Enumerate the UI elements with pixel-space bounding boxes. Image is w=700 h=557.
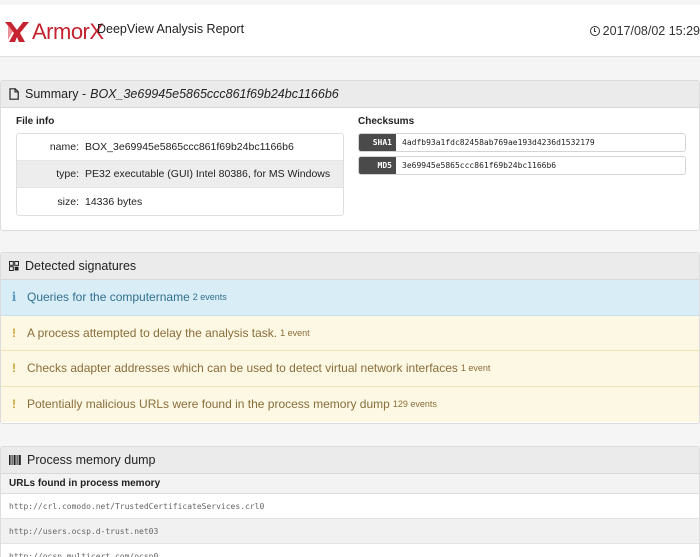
file-info-value: 14336 bytes [85,195,143,208]
warning-icon: ! [12,361,16,376]
checksum-md5: MD5 3e69945e5865ccc861f69b24bc1166b6 [358,156,686,175]
signature-count: 129 events [392,399,437,410]
warning-icon: ! [12,397,16,412]
timestamp-text: 2017/08/02 15:29 [602,24,700,38]
warning-icon: ! [12,325,16,340]
brand-logo[interactable]: ArmorX [4,19,104,45]
summary-file-name: BOX_3e69945e5865ccc861f69b24bc1166b6 [90,87,339,101]
file-info-row-name: name: BOX_3e69945e5865ccc861f69b24bc1166… [17,134,343,161]
file-info-row-size: size: 14336 bytes [17,188,343,215]
urls-label: URLs found in process memory [1,474,699,494]
signature-count: 2 events [192,292,227,303]
file-info-label: File info [16,116,55,127]
signature-count: 1 event [280,327,310,338]
signature-text: Checks adapter addresses which can be us… [27,361,458,376]
info-icon: i [11,290,17,305]
signatures-header: Detected signatures [1,253,699,280]
checksum-hash[interactable]: 4adfb93a1fdc82458ab769ae193d4236d1532179 [396,134,685,151]
file-icon [9,88,19,100]
report-timestamp: 2017/08/02 15:29 [589,24,700,38]
grid-icon [9,261,19,271]
signatures-panel: Detected signatures i Queries for the co… [0,252,700,424]
memory-dump-header: Process memory dump [1,447,699,474]
signature-text: Potentially malicious URLs were found in… [27,397,390,412]
signature-item[interactable]: ! Checks adapter addresses which can be … [1,351,699,387]
file-info-key: size: [57,195,79,208]
file-info-key: type: [56,168,79,180]
signature-item[interactable]: ! Potentially malicious URLs were found … [1,386,699,422]
summary-panel: Summary - BOX_3e69945e5865ccc861f69b24bc… [0,80,700,231]
checksum-algo-badge: SHA1 [359,134,396,151]
checksums-label: Checksums [358,116,415,127]
checksum-sha1: SHA1 4adfb93a1fdc82458ab769ae193d4236d15… [358,133,686,152]
signatures-title: Detected signatures [25,259,137,273]
memory-dump-title: Process memory dump [27,453,156,467]
file-info-key: name: [49,141,79,153]
checksum-algo-badge: MD5 [359,157,396,174]
report-title: DeepView Analysis Report [97,22,245,36]
armorx-logo-icon [5,22,29,42]
signature-item[interactable]: i Queries for the computername 2 events [1,280,699,316]
summary-header: Summary - BOX_3e69945e5865ccc861f69b24bc… [1,81,699,108]
file-info-value: BOX_3e69945e5865ccc861f69b24bc1166b6 [85,141,294,153]
clock-icon [589,26,600,36]
signature-count: 1 event [460,363,491,374]
checksum-hash[interactable]: 3e69945e5865ccc861f69b24bc1166b6 [396,157,685,174]
top-bar: ArmorX DeepView Analysis Report 2017/08/… [0,5,700,57]
summary-title: Summary - [25,87,87,101]
brand-name: ArmorX [32,19,104,44]
signature-text: A process attempted to delay the analysi… [27,325,278,340]
url-row[interactable]: http://crl.comodo.net/TrustedCertificate… [1,494,699,519]
signature-text: Queries for the computername [27,290,190,305]
file-info-table: name: BOX_3e69945e5865ccc861f69b24bc1166… [16,133,344,216]
barcode-icon [9,455,21,465]
signature-item[interactable]: ! A process attempted to delay the analy… [1,315,699,351]
memory-dump-panel: Process memory dump URLs found in proces… [0,446,700,557]
url-row[interactable]: http://ocsp.multicert.com/ocsp0 [1,544,699,557]
file-info-row-type: type: PE32 executable (GUI) Intel 80386,… [17,161,343,188]
file-info-value: PE32 executable (GUI) Intel 80386, for M… [85,168,331,180]
url-row[interactable]: http://users.ocsp.d-trust.net03 [1,519,699,544]
